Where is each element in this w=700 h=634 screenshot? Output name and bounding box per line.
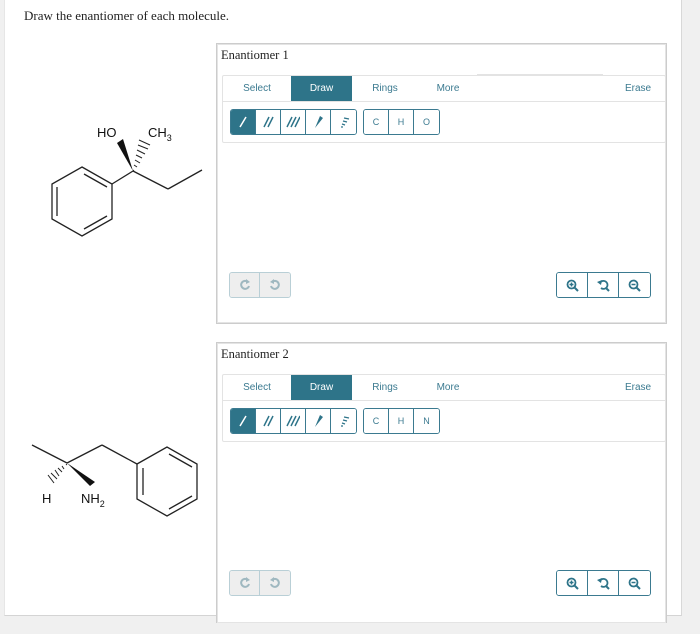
redo-button[interactable] <box>260 273 290 297</box>
bond-tools <box>230 408 357 434</box>
atom-h-button[interactable]: H <box>389 409 414 433</box>
undo-icon <box>239 279 250 290</box>
bond-tools <box>230 109 357 135</box>
widget-title: Enantiomer 1 <box>221 48 289 62</box>
enantiomer-2-sketcher: Enantiomer 2 Select Draw Rings More Eras… <box>216 342 667 623</box>
tab-rings[interactable]: Rings <box>363 76 407 101</box>
single-bond-button[interactable] <box>231 409 256 433</box>
reset-zoom-button[interactable] <box>588 273 619 297</box>
wedge-bond <box>67 463 95 486</box>
tab-more[interactable]: More <box>426 375 470 400</box>
double-bond-icon <box>263 116 274 128</box>
tab-draw[interactable]: Draw <box>291 375 352 400</box>
zoom-out-button[interactable] <box>619 571 650 595</box>
tab-rings[interactable]: Rings <box>363 375 407 400</box>
redo-icon <box>270 577 280 588</box>
zoom-out-button[interactable] <box>619 273 650 297</box>
zoom-out-icon <box>628 279 641 292</box>
divider <box>477 74 603 75</box>
benzene-ring <box>136 446 198 517</box>
double-bond-button[interactable] <box>256 110 281 134</box>
double-bond-button[interactable] <box>256 409 281 433</box>
tool-row: C H O <box>230 109 440 135</box>
tool-row: C H N <box>230 408 440 434</box>
triple-bond-button[interactable] <box>281 110 306 134</box>
tab-select[interactable]: Select <box>223 76 291 101</box>
atom-tools: C H O <box>363 109 440 135</box>
tab-draw[interactable]: Draw <box>291 76 352 101</box>
undo-button[interactable] <box>230 571 260 595</box>
wedge-bond-button[interactable] <box>306 409 331 433</box>
reset-zoom-icon <box>596 279 610 292</box>
ch3-label: CH3 <box>148 125 172 143</box>
tab-more[interactable]: More <box>426 76 470 101</box>
hash-bond-button[interactable] <box>331 110 356 134</box>
redo-icon <box>270 279 280 290</box>
single-bond-icon <box>239 116 247 128</box>
zoom-in-button[interactable] <box>557 273 588 297</box>
reset-zoom-button[interactable] <box>588 571 619 595</box>
undo-icon <box>239 577 250 588</box>
wedge-bond-icon <box>315 415 323 427</box>
atom-tools: C H N <box>363 408 440 434</box>
triple-bond-icon <box>286 415 300 427</box>
hash-bond-icon <box>340 416 349 427</box>
tab-bar: Select Draw Rings More Erase <box>223 375 665 401</box>
single-bond-icon <box>239 415 247 427</box>
molecule-1-structure: HO CH3 <box>51 125 203 237</box>
tab-bar: Select Draw Rings More Erase <box>223 76 665 102</box>
zoom-controls <box>556 272 651 298</box>
redo-button[interactable] <box>260 571 290 595</box>
oh-label: HO <box>97 125 117 140</box>
wedge-bond-icon <box>315 116 323 128</box>
history-controls <box>229 272 291 298</box>
atom-n-button[interactable]: N <box>414 409 439 433</box>
question-page: Draw the enantiomer of each molecule. HO… <box>4 0 682 623</box>
atom-c-button[interactable]: C <box>364 110 389 134</box>
nh2-label: NH2 <box>81 491 105 509</box>
molecule-2-structure: H NH2 <box>31 444 198 517</box>
atom-c-button[interactable]: C <box>364 409 389 433</box>
single-bond-button[interactable] <box>231 110 256 134</box>
history-controls <box>229 570 291 596</box>
triple-bond-button[interactable] <box>281 409 306 433</box>
question-prompt: Draw the enantiomer of each molecule. <box>24 8 230 23</box>
reset-zoom-icon <box>596 577 610 590</box>
zoom-in-icon <box>566 279 579 292</box>
tab-erase[interactable]: Erase <box>616 76 660 101</box>
zoom-in-icon <box>566 577 579 590</box>
atom-h-button[interactable]: H <box>389 110 414 134</box>
enantiomer-1-sketcher: Enantiomer 1 Select Draw Rings More Eras… <box>216 43 667 324</box>
tab-select[interactable]: Select <box>223 375 291 400</box>
zoom-controls <box>556 570 651 596</box>
h-label: H <box>42 491 51 506</box>
atom-o-button[interactable]: O <box>414 110 439 134</box>
widget-title: Enantiomer 2 <box>221 347 289 361</box>
undo-button[interactable] <box>230 273 260 297</box>
wedge-bond-button[interactable] <box>306 110 331 134</box>
hash-bond-icon <box>340 117 349 128</box>
tab-erase[interactable]: Erase <box>616 375 660 400</box>
zoom-out-icon <box>628 577 641 590</box>
benzene-ring <box>51 166 113 237</box>
sketcher-toolbar: Select Draw Rings More Erase C H N <box>222 374 666 442</box>
sketcher-toolbar: Select Draw Rings More Erase C H O <box>222 74 666 143</box>
zoom-in-button[interactable] <box>557 571 588 595</box>
triple-bond-icon <box>286 116 300 128</box>
double-bond-icon <box>263 415 274 427</box>
hash-bond-button[interactable] <box>331 409 356 433</box>
wedge-bond <box>117 139 133 171</box>
